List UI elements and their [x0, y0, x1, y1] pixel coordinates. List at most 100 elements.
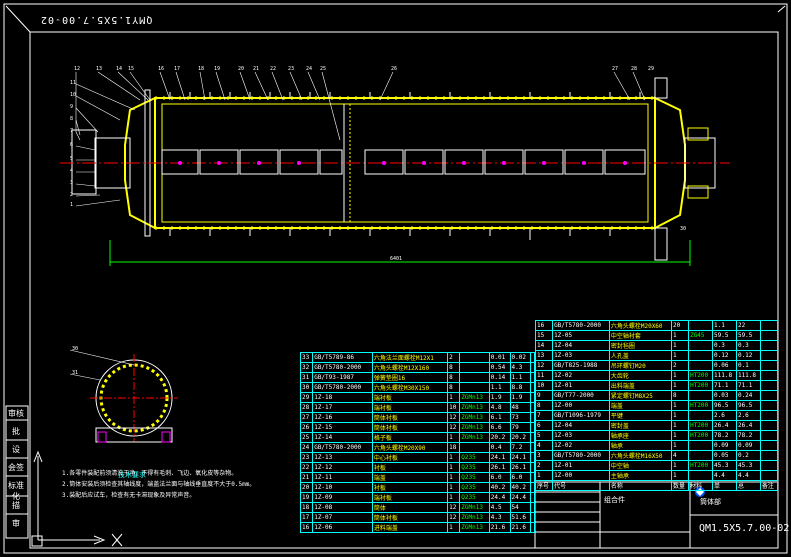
table-cell — [688, 340, 714, 351]
table-row: 27 1Z-16 筒体衬板 12 ZGMn13 6.1 73 — [299, 412, 535, 423]
drawing-name: 筒体部 — [700, 498, 721, 506]
table-row: 21 1Z-11 端盖 1 Q235 6.0 6.0 — [299, 472, 535, 483]
callout-top: 28 — [631, 66, 638, 72]
table-cell: ZGMn13 — [459, 412, 490, 423]
table-cell — [459, 382, 490, 393]
table-cell: 0.1 — [735, 360, 761, 371]
table-cell — [759, 410, 779, 421]
table-cell: 0.09 — [735, 440, 761, 451]
table-cell: 筒体衬板 — [371, 412, 449, 423]
table-cell: 衬板 — [371, 462, 449, 473]
table-cell: 12 — [447, 512, 461, 523]
table-cell: 0.24 — [735, 390, 761, 401]
table-cell: 筒体衬板 — [371, 512, 449, 523]
table-cell: 24 — [299, 442, 314, 453]
table-cell: Q235 — [459, 452, 490, 463]
table-cell: 轴承座 — [608, 430, 673, 441]
table-cell: 20 — [671, 320, 690, 331]
table-cell: ZGMn13 — [459, 502, 490, 513]
table-cell — [530, 432, 535, 443]
overall-length-label: 6401 — [390, 256, 403, 262]
table-row: 6 1Z-04 密封盖 1 HT200 26.4 26.4 — [534, 420, 779, 431]
callout-left: 1 — [70, 202, 74, 208]
table-cell: 71.1 — [712, 380, 737, 391]
table-cell: 6.6 — [488, 422, 511, 433]
table-cell: 78.2 — [735, 430, 761, 441]
callout-top: 25 — [320, 66, 327, 72]
table-cell — [530, 422, 535, 433]
callout-left: 2 — [70, 192, 74, 198]
table-header-cell: 序号 — [534, 480, 554, 491]
callout-top: 26 — [391, 66, 398, 72]
table-cell: GB/T825-1988 — [552, 360, 610, 371]
table-cell: 六角头螺栓M12X160 — [371, 362, 449, 373]
table-cell: 1 — [671, 400, 690, 411]
table-row: 18 1Z-08 筒体 12 ZGMn13 4.5 54 — [299, 502, 535, 513]
table-cell: 4.3 — [509, 362, 532, 373]
table-cell: 2 — [534, 460, 554, 471]
table-row: 16 1Z-06 进料端盖 1 ZGMn13 21.6 21.6 — [299, 522, 535, 533]
table-cell: 0.4 — [488, 442, 511, 453]
table-cell: 1Z-00 — [552, 400, 610, 411]
left-bearing — [71, 129, 97, 195]
table-cell: 21.6 — [488, 522, 511, 533]
table-row: 2 1Z-01 中空轴 1 HT200 45.3 45.3 — [534, 460, 779, 471]
table-cell: 111.8 — [712, 370, 737, 381]
table-cell: 1.1 — [488, 382, 511, 393]
section-view — [69, 349, 178, 443]
table-cell: 1Z-00 — [552, 470, 610, 481]
table-row: 15 1Z-05 中空轴衬套 1 ZG45 59.5 59.5 — [534, 330, 779, 341]
table-cell: 1Z-07 — [312, 512, 373, 523]
table-cell — [759, 430, 779, 441]
table-cell: 24.4 — [509, 492, 532, 503]
table-cell: 14 — [534, 340, 554, 351]
table-cell: 1.1 — [712, 320, 737, 331]
table-cell: 1Z-05 — [552, 330, 610, 341]
table-cell: 1 — [447, 492, 461, 503]
table-cell: HT200 — [688, 430, 714, 441]
table-cell: 22 — [299, 462, 314, 473]
table-cell: 人孔盖 — [608, 350, 673, 361]
table-cell: 0.54 — [488, 362, 511, 373]
table-row: 30 GB/T5780-2000 六角头螺栓M30X150 8 1.1 8.8 — [299, 382, 535, 393]
table-cell: 出料端盖 — [608, 380, 673, 391]
table-cell: 8 — [447, 372, 461, 383]
callout-top: 15 — [128, 66, 135, 72]
table-cell: 1 — [671, 430, 690, 441]
table-cell: GB/T5780-2000 — [552, 320, 610, 331]
table-cell: 73 — [509, 412, 532, 423]
callout-top: 22 — [270, 66, 277, 72]
table-cell: 1.9 — [488, 392, 511, 403]
table-cell: 8 — [671, 390, 690, 401]
mill-main-view — [60, 71, 730, 266]
table-cell — [759, 470, 779, 481]
table-cell — [530, 372, 535, 383]
table-cell: 1Z-14 — [312, 432, 373, 443]
table-cell: GB/T1096-1979 — [552, 410, 610, 421]
table-row: 22 1Z-12 衬板 1 Q235 26.1 26.1 — [299, 462, 535, 473]
table-cell: 6 — [534, 420, 554, 431]
table-cell: 11 — [534, 370, 554, 381]
table-row: 1 1Z-00 主轴承 1 4.4 4.4 — [534, 470, 779, 481]
table-cell: 26.1 — [509, 462, 532, 473]
table-cell — [530, 412, 535, 423]
table-cell: 20.2 — [509, 432, 532, 443]
table-cell — [530, 442, 535, 453]
cad-canvas[interactable]: QMY1.5X5.7.00-02 6401 12 13 14 15 16 17 18 19 20… — [0, 0, 791, 557]
table-cell: 32 — [299, 362, 314, 373]
table-cell: 0.14 — [488, 372, 511, 383]
table-cell — [530, 382, 535, 393]
table-header-cell: 备注 — [759, 480, 779, 491]
table-cell: 71.1 — [735, 380, 761, 391]
table-row: 33 GB/T5789-86 六角法兰面螺栓M12X1 2 0.01 0.02 — [299, 352, 535, 363]
table-row: 17 1Z-07 筒体衬板 12 ZGMn13 4.3 51.6 — [299, 512, 535, 523]
table-cell: 51.6 — [509, 512, 532, 523]
table-cell: 1 — [534, 470, 554, 481]
material-label: 组合件 — [604, 496, 625, 504]
table-cell — [759, 460, 779, 471]
table-cell: 25 — [299, 432, 314, 443]
table-cell — [530, 452, 535, 463]
table-cell: 9 — [534, 390, 554, 401]
table-cell: 中空轴 — [608, 460, 673, 471]
table-cell — [759, 330, 779, 341]
